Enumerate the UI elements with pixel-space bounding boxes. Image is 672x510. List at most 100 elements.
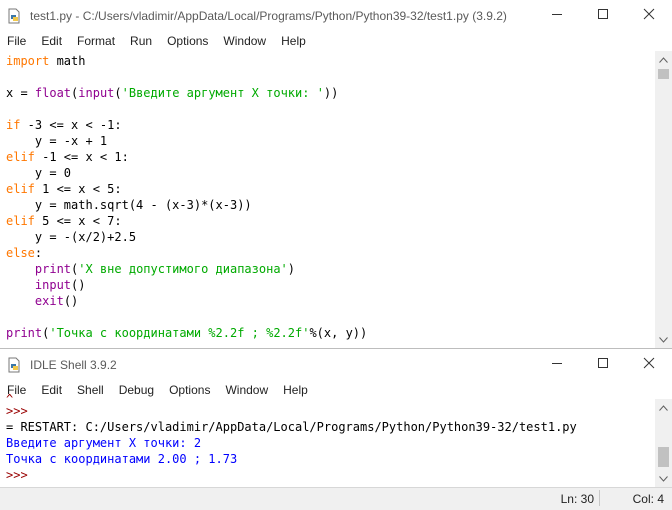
code-token: y = -x + 1 [6, 134, 108, 148]
shell-line: Точка с координатами 2.00 ; 1.73 [6, 452, 238, 466]
shell-titlebar[interactable]: IDLE Shell 3.9.2 [0, 349, 672, 381]
editor-titlebar[interactable]: test1.py - C:/Users/vladimir/AppData/Loc… [0, 0, 672, 32]
menu-edit[interactable]: Edit [41, 383, 62, 397]
menu-edit[interactable]: Edit [41, 34, 62, 48]
code-line[interactable]: if -3 <= x < -1: [6, 117, 122, 133]
code-token: y = 0 [6, 166, 72, 180]
code-token: ) [287, 262, 296, 276]
code-token: float [34, 86, 72, 100]
code-token: math [49, 54, 86, 68]
code-token: if [6, 118, 21, 132]
code-line[interactable]: elif 1 <= x < 5: [6, 181, 122, 197]
chevron-down-icon[interactable] [655, 331, 672, 348]
code-line[interactable]: y = -(x/2)+2.5 [6, 229, 136, 245]
code-token: import [6, 54, 50, 68]
code-token: 1 <= x < 5: [34, 182, 122, 196]
editor-window: test1.py - C:/Users/vladimir/AppData/Loc… [0, 0, 672, 348]
editor-scrollbar[interactable] [655, 51, 672, 348]
code-token: y = -(x/2)+2.5 [6, 230, 137, 244]
menu-debug[interactable]: Debug [119, 383, 154, 397]
menu-shell[interactable]: Shell [77, 383, 104, 397]
menu-window[interactable]: Window [225, 383, 268, 397]
code-line[interactable]: import math [6, 53, 85, 69]
minimize-button[interactable] [534, 0, 580, 32]
code-line[interactable]: exit() [6, 293, 78, 309]
menu-run[interactable]: Run [130, 34, 152, 48]
menu-window[interactable]: Window [223, 34, 266, 48]
code-token: x = [6, 86, 35, 100]
maximize-icon [597, 356, 609, 374]
maximize-button[interactable] [580, 0, 626, 32]
menu-help[interactable]: Help [281, 34, 306, 48]
maximize-button[interactable] [580, 349, 626, 381]
code-token: 'X вне допустимого диапазона' [78, 262, 288, 276]
menu-help[interactable]: Help [283, 383, 308, 397]
code-editor[interactable]: import math x = float(input('Введите аргу… [0, 51, 652, 348]
code-line[interactable]: input() [6, 277, 86, 293]
scroll-thumb[interactable] [658, 69, 669, 79]
shell-window: IDLE Shell 3.9.2 File Edit Shell Debug O… [0, 348, 672, 510]
code-token: -3 <= x < -1: [20, 118, 122, 132]
code-line[interactable]: y = 0 [6, 165, 71, 181]
shell-scrollbar[interactable] [655, 399, 672, 487]
code-token: () [71, 278, 86, 292]
status-bar: Ln: 30 Col: 4 [0, 487, 672, 510]
code-line[interactable]: print('X вне допустимого диапазона') [6, 261, 295, 277]
shell-line: >>> [6, 404, 28, 418]
status-divider [599, 490, 600, 506]
code-token: () [63, 294, 79, 308]
code-token: print [6, 326, 43, 340]
chevron-down-icon[interactable] [655, 470, 672, 487]
code-token: input [34, 278, 72, 292]
column-number: Col: 4 [632, 492, 664, 506]
code-token: )) [323, 86, 339, 100]
minimize-button[interactable] [534, 349, 580, 381]
minimize-icon [551, 7, 563, 25]
code-line[interactable]: y = math.sqrt(4 - (x-3)*(x-3)) [6, 197, 252, 213]
code-token: elif [6, 214, 35, 228]
shell-menubar: File Edit Shell Debug Options Window Hel… [0, 381, 672, 399]
maximize-icon [597, 7, 609, 25]
code-line[interactable]: elif -1 <= x < 1: [6, 149, 129, 165]
editor-title: test1.py - C:/Users/vladimir/AppData/Loc… [30, 9, 507, 23]
code-token: input [78, 86, 115, 100]
code-token: else [6, 246, 35, 260]
code-token: 5 <= x < 7: [34, 214, 122, 228]
shell-line: Введите аргумент X точки: 2 [6, 436, 202, 450]
line-number: Ln: 30 [560, 492, 594, 506]
editor-menubar: File Edit Format Run Options Window Help [0, 32, 672, 50]
code-line[interactable]: else: [6, 245, 42, 261]
code-token: : [34, 246, 43, 260]
chevron-up-icon[interactable] [655, 399, 672, 416]
code-line[interactable]: elif 5 <= x < 7: [6, 213, 122, 229]
code-token: print [34, 262, 72, 276]
code-line[interactable]: y = -x + 1 [6, 133, 107, 149]
menu-options[interactable]: Options [167, 34, 208, 48]
shell-line: = RESTART: C:/Users/vladimir/AppData/Loc… [6, 420, 577, 434]
code-token: y = math.sqrt(4 - (x-3)*(x-3)) [6, 198, 252, 212]
code-token: elif [6, 182, 35, 196]
code-token: ( [114, 86, 122, 100]
scroll-thumb[interactable] [658, 447, 669, 467]
menu-options[interactable]: Options [169, 383, 210, 397]
python-shell-icon [6, 357, 22, 373]
shell-output[interactable]: ^ >>> = RESTART: C:/Users/vladimir/AppDat… [0, 392, 652, 487]
code-token: 'Введите аргумент X точки: ' [121, 86, 324, 100]
close-icon [643, 7, 655, 25]
close-icon [643, 356, 655, 374]
code-token: exit [34, 294, 64, 308]
shell-title: IDLE Shell 3.9.2 [30, 358, 117, 372]
close-button[interactable] [626, 349, 672, 381]
code-line[interactable]: print('Точка с координатами %2.2f ; %2.2… [6, 325, 367, 341]
chevron-up-icon[interactable] [655, 51, 672, 68]
menu-format[interactable]: Format [77, 34, 115, 48]
code-token: 'Точка с координатами %2.2f ; %2.2f' [49, 326, 310, 340]
code-token: -1 <= x < 1: [34, 150, 129, 164]
menu-file[interactable]: File [7, 34, 26, 48]
close-button[interactable] [626, 0, 672, 32]
python-file-icon [6, 8, 22, 24]
code-line[interactable]: x = float(input('Введите аргумент X точк… [6, 85, 338, 101]
